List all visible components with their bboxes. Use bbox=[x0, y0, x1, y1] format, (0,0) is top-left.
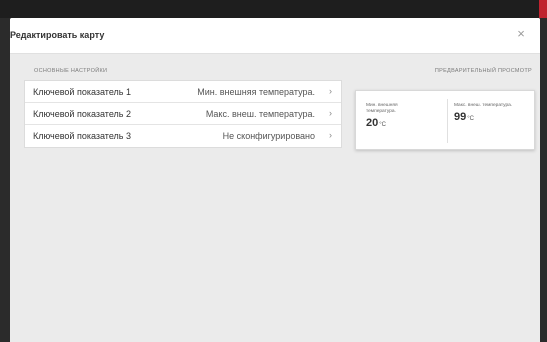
modal-title: Редактировать карту bbox=[10, 30, 105, 40]
app-top-bar bbox=[0, 0, 547, 18]
kpi-label: Мин. внешняя температура. bbox=[366, 103, 398, 114]
kpi-value: 99 bbox=[454, 111, 467, 123]
preview-section-label: ПРЕДВАРИТЕЛЬНЫЙ ПРОСМОТР bbox=[434, 68, 532, 74]
preview-kpi-2: Макс. внеш. температура. 99°C bbox=[454, 103, 534, 123]
kpi-value-wrap: 99°C bbox=[454, 111, 534, 123]
kpi-unit: °C bbox=[467, 116, 474, 122]
close-icon[interactable]: × bbox=[514, 27, 528, 41]
edit-card-modal: Редактировать карту × ОСНОВНЫЕ НАСТРОЙКИ… bbox=[10, 18, 540, 342]
kpi-unit: °C bbox=[379, 122, 386, 128]
kpi-3-setting-row[interactable]: Ключевой показатель 3 Не сконфигурирован… bbox=[25, 125, 341, 147]
row-value: Макс. внеш. температура. bbox=[205, 109, 315, 119]
preview-card: Мин. внешняя температура. 20°C Макс. вне… bbox=[355, 90, 535, 150]
top-bar-accent bbox=[539, 0, 547, 18]
settings-list: Ключевой показатель 1 Мин. внешняя темпе… bbox=[24, 80, 342, 148]
row-name: Ключевой показатель 3 bbox=[33, 131, 131, 141]
chevron-right-icon: › bbox=[329, 86, 332, 96]
kpi-divider bbox=[447, 99, 448, 143]
row-value: Мин. внешняя температура. bbox=[197, 87, 315, 97]
row-name: Ключевой показатель 1 bbox=[33, 87, 131, 97]
modal-header: Редактировать карту × bbox=[10, 18, 540, 54]
kpi-1-setting-row[interactable]: Ключевой показатель 1 Мин. внешняя темпе… bbox=[25, 81, 341, 103]
kpi-value: 20 bbox=[366, 117, 379, 129]
row-name: Ключевой показатель 2 bbox=[33, 109, 131, 119]
kpi-label: Макс. внеш. температура. bbox=[454, 103, 513, 108]
row-value: Не сконфигурировано bbox=[222, 131, 315, 141]
kpi-value-wrap: 20°C bbox=[366, 117, 446, 129]
chevron-right-icon: › bbox=[329, 130, 332, 140]
preview-kpi-1: Мин. внешняя температура. 20°C bbox=[366, 103, 446, 129]
settings-section-label: ОСНОВНЫЕ НАСТРОЙКИ bbox=[34, 68, 108, 74]
kpi-2-setting-row[interactable]: Ключевой показатель 2 Макс. внеш. темпер… bbox=[25, 103, 341, 125]
chevron-right-icon: › bbox=[329, 108, 332, 118]
